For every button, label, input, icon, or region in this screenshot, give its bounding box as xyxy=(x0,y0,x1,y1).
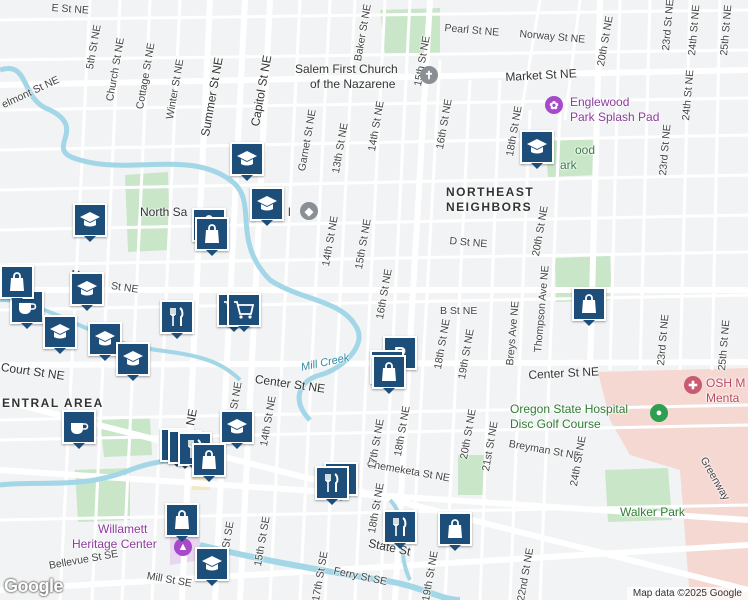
shop-marker[interactable] xyxy=(0,265,34,304)
street-label: B St NE xyxy=(440,305,478,317)
google-logo: Google xyxy=(4,576,64,596)
food-marker[interactable] xyxy=(383,510,417,549)
place-label-englewood-park[interactable]: ark xyxy=(560,158,577,172)
food-icon xyxy=(325,473,339,492)
place-label-church[interactable]: of the Nazarene xyxy=(310,77,395,91)
school-icon xyxy=(257,196,277,211)
shop-marker[interactable] xyxy=(165,503,199,542)
place-label-church[interactable]: Salem First Church xyxy=(295,62,398,76)
school-marker[interactable] xyxy=(230,142,264,181)
school-marker[interactable] xyxy=(195,547,229,586)
map-canvas[interactable]: E St NE Pearl St NE Norway St NE Market … xyxy=(0,0,748,600)
school-icon xyxy=(123,351,143,366)
food-icon xyxy=(170,307,184,326)
cafe-icon xyxy=(71,423,89,434)
school-marker[interactable] xyxy=(70,272,104,311)
shop-marker[interactable] xyxy=(572,287,606,326)
place-label-osh[interactable]: Menta xyxy=(706,391,739,405)
place-label-osh[interactable]: OSH M xyxy=(706,376,745,390)
shop-icon xyxy=(205,224,219,243)
street-label: E St NE xyxy=(51,2,90,17)
cart-icon xyxy=(234,301,255,319)
school-marker[interactable] xyxy=(43,315,77,354)
food-icon xyxy=(393,517,407,536)
place-label-north-salem-high[interactable]: l xyxy=(288,205,291,219)
school-marker[interactable] xyxy=(220,410,254,449)
cart-marker[interactable] xyxy=(227,293,261,332)
park-icon[interactable]: ● xyxy=(650,404,668,422)
school-marker[interactable] xyxy=(520,130,554,169)
school-icon xyxy=(227,419,247,434)
church-icon[interactable]: ✝ xyxy=(420,66,438,84)
shop-marker[interactable] xyxy=(192,443,226,482)
school-icon xyxy=(80,212,100,227)
place-label-heritage-center[interactable]: Willamett xyxy=(98,522,147,536)
shop-icon xyxy=(582,294,596,313)
food-marker[interactable] xyxy=(160,300,194,339)
shop-icon xyxy=(10,272,24,291)
food-marker[interactable] xyxy=(315,466,349,505)
place-label-disc-golf[interactable]: Oregon State Hospital xyxy=(510,402,628,416)
place-label-heritage-center[interactable]: Heritage Center xyxy=(72,537,157,551)
neighborhood-label: NORTHEAST xyxy=(446,185,535,199)
school-icon xyxy=(527,139,547,154)
shop-icon xyxy=(448,519,462,538)
cafe-marker[interactable] xyxy=(62,410,96,449)
neighborhood-label: NEIGHBORS xyxy=(446,200,533,214)
hospital-icon[interactable]: ✚ xyxy=(684,376,702,394)
school-icon xyxy=(237,151,257,166)
place-label-north-salem-high[interactable]: North Sa xyxy=(140,205,187,219)
shop-marker[interactable] xyxy=(195,217,229,256)
shop-icon xyxy=(202,450,216,469)
shop-icon xyxy=(175,510,189,529)
neighborhood-label: ENTRAL AREA xyxy=(2,396,104,410)
map-credit: Map data ©2025 Google xyxy=(626,587,748,600)
place-label-walker-park[interactable]: Walker Park xyxy=(620,505,685,519)
school-marker[interactable] xyxy=(116,342,150,381)
school-icon[interactable]: ◆ xyxy=(300,202,318,220)
place-label-splash-pad[interactable]: Englewood xyxy=(570,95,629,109)
place-label-disc-golf[interactable]: Disc Golf Course xyxy=(510,417,601,431)
school-icon xyxy=(95,331,115,346)
school-marker[interactable] xyxy=(250,187,284,226)
school-icon xyxy=(202,556,222,571)
shop-marker[interactable] xyxy=(372,355,406,394)
splash-pad-icon[interactable]: ✿ xyxy=(545,96,563,114)
shop-icon xyxy=(382,362,396,381)
shop-marker[interactable] xyxy=(438,512,472,551)
school-icon xyxy=(50,324,70,339)
school-icon xyxy=(77,281,97,296)
school-marker[interactable] xyxy=(73,203,107,242)
place-label-englewood-park[interactable]: ood xyxy=(575,143,595,157)
place-label-splash-pad[interactable]: Park Splash Pad xyxy=(570,110,659,124)
